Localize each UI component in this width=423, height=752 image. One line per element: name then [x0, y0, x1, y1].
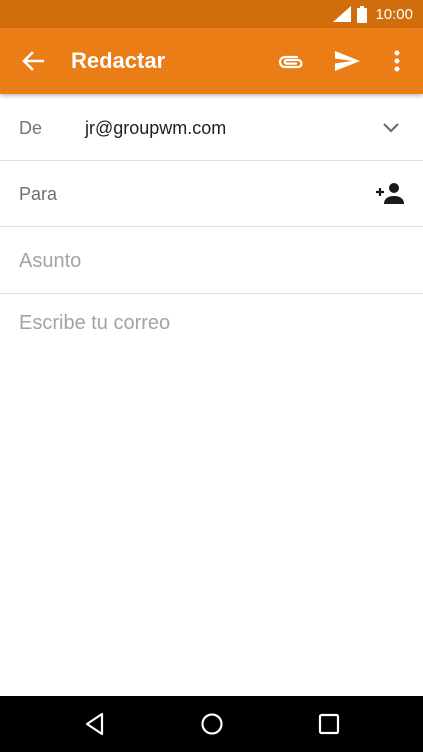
app-bar: Redactar: [0, 28, 423, 94]
status-bar: 10:00: [0, 0, 423, 28]
more-vert-icon[interactable]: [386, 48, 408, 74]
back-button[interactable]: [20, 47, 46, 75]
signal-icon: [333, 6, 352, 22]
nav-back-icon[interactable]: [82, 711, 108, 737]
add-contact-icon[interactable]: [375, 181, 405, 207]
subject-field: [0, 227, 423, 294]
chevron-down-icon[interactable]: [380, 118, 402, 136]
nav-home-icon[interactable]: [199, 711, 225, 737]
battery-icon: [357, 5, 368, 23]
back-arrow-icon: [22, 51, 44, 71]
to-label: Para: [19, 184, 58, 204]
body-input[interactable]: [19, 312, 409, 682]
from-field[interactable]: De jr@groupwm.com: [0, 94, 423, 161]
from-account[interactable]: jr@groupwm.com: [85, 118, 226, 139]
navigation-bar: [0, 696, 423, 752]
page-title: Redactar: [71, 48, 166, 73]
send-icon[interactable]: [333, 48, 361, 74]
subject-input[interactable]: [19, 247, 399, 275]
nav-recents-icon[interactable]: [316, 711, 342, 737]
attach-icon[interactable]: [277, 49, 305, 75]
status-time: 10:00: [375, 5, 413, 23]
to-field[interactable]: Para: [0, 161, 423, 227]
from-label: De: [19, 118, 43, 138]
